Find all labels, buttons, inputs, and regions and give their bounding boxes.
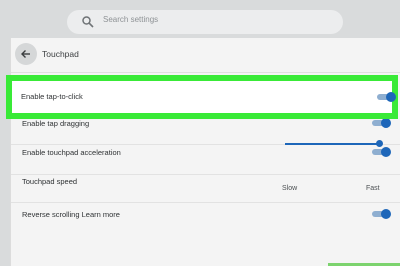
touchpad-speed-slider[interactable]	[285, 140, 383, 148]
setting-row-tap-to-click[interactable]: Enable tap-to-click	[6, 75, 398, 119]
search-icon	[82, 16, 94, 28]
setting-row-touchpad-acceleration[interactable]: Enable touchpad acceleration	[11, 145, 400, 175]
slider-max-label: Fast	[366, 185, 380, 192]
toggle-knob	[381, 118, 391, 128]
settings-panel: Touchpad Enable tap dragging Enable touc…	[10, 38, 400, 266]
back-button[interactable]	[15, 43, 37, 65]
reverse-scrolling-toggle[interactable]	[371, 209, 391, 219]
page-title: Touchpad	[42, 49, 79, 59]
touchpad-acceleration-toggle[interactable]	[371, 147, 391, 157]
arrow-left-icon	[21, 50, 30, 58]
toggle-knob	[381, 209, 391, 219]
setting-label: Enable tap dragging	[22, 119, 90, 128]
search-field[interactable]: Search settings	[67, 10, 343, 34]
tap-dragging-toggle[interactable]	[371, 118, 391, 128]
page-header: Touchpad	[11, 38, 400, 73]
tap-to-click-toggle[interactable]	[376, 92, 396, 102]
slider-track	[285, 143, 377, 145]
setting-row-reverse-scrolling[interactable]: Reverse scrolling Learn more	[11, 203, 400, 233]
search-placeholder: Search settings	[103, 15, 159, 24]
setting-label: Enable tap-to-click	[21, 92, 83, 101]
toggle-knob	[381, 147, 391, 157]
setting-row-touchpad-speed: Touchpad speed	[11, 175, 400, 203]
slider-handle[interactable]	[376, 140, 383, 147]
slider-min-label: Slow	[282, 185, 298, 192]
setting-label: Touchpad speed	[22, 177, 78, 186]
toggle-knob	[386, 92, 396, 102]
setting-label: Enable touchpad acceleration	[22, 148, 121, 157]
setting-label[interactable]: Reverse scrolling Learn more	[22, 210, 120, 219]
top-bar: Search settings	[0, 0, 400, 38]
